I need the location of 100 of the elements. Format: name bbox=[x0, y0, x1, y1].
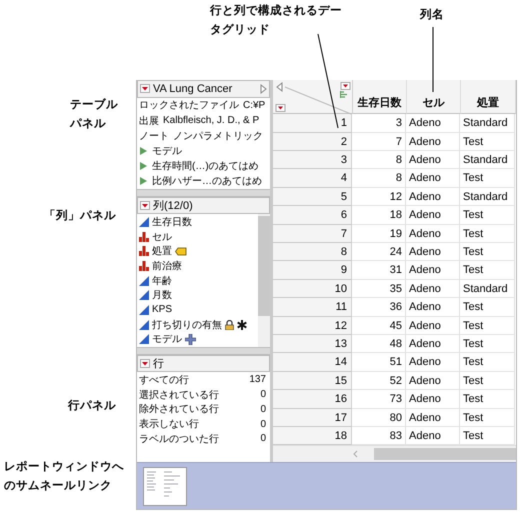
table-cell: Adeno bbox=[406, 188, 460, 206]
continuous-icon bbox=[139, 334, 149, 344]
play-icon[interactable] bbox=[139, 176, 148, 186]
table-cell: Adeno bbox=[406, 390, 460, 409]
play-icon[interactable] bbox=[139, 161, 148, 172]
table-cell: 31 bbox=[352, 261, 406, 280]
table-cell: 51 bbox=[352, 353, 406, 372]
table-cell: Adeno bbox=[406, 316, 460, 335]
row-number[interactable]: 12 bbox=[273, 316, 352, 335]
table-cell: Standard bbox=[460, 114, 515, 133]
row-number[interactable]: 2 bbox=[273, 132, 352, 152]
property-value: C:¥P bbox=[243, 100, 266, 111]
row-number[interactable]: 8 bbox=[273, 243, 352, 262]
row-number[interactable]: 1 bbox=[273, 114, 352, 133]
table-cell: Adeno bbox=[406, 261, 460, 280]
table-cell: Test bbox=[460, 132, 515, 152]
column-name[interactable]: モデル bbox=[152, 332, 182, 346]
callout-text: 「列」パネル bbox=[44, 208, 117, 224]
column-header[interactable]: 生存日数 bbox=[353, 80, 407, 114]
column-name[interactable]: 前治療 bbox=[152, 258, 182, 273]
table-cell: Test bbox=[460, 316, 515, 335]
column-name[interactable]: 月数 bbox=[152, 288, 172, 302]
row-state-label: すべての行 bbox=[139, 374, 189, 387]
play-icon[interactable] bbox=[139, 146, 148, 156]
table-cell: Standard bbox=[460, 151, 515, 170]
table-cell: 7 bbox=[352, 132, 406, 152]
asterisk-icon bbox=[237, 320, 247, 330]
table-cell: 35 bbox=[352, 280, 406, 298]
table-cell: Test bbox=[460, 261, 515, 280]
table-cell: Adeno bbox=[406, 132, 460, 152]
dropdown-icon[interactable] bbox=[140, 358, 150, 368]
expand-icon[interactable] bbox=[260, 84, 267, 94]
row-number[interactable]: 14 bbox=[273, 353, 352, 372]
table-cell: Test bbox=[460, 408, 515, 427]
property-value: Kalbfleisch, J. D., & P bbox=[163, 115, 260, 126]
row-number[interactable]: 6 bbox=[273, 206, 352, 225]
report-thumbnail[interactable] bbox=[143, 466, 187, 506]
column-name[interactable]: セル bbox=[152, 230, 172, 244]
callout-text: 行と列で構成されるデータグリッド bbox=[210, 3, 343, 38]
row-number[interactable]: 16 bbox=[273, 390, 352, 409]
row-number[interactable]: 4 bbox=[273, 169, 352, 188]
table-cell: Test bbox=[460, 390, 515, 409]
table-cell: Test bbox=[460, 353, 515, 372]
column-name[interactable]: 打ち切りの有無 bbox=[152, 318, 222, 332]
callout-text: テーブルパネル bbox=[70, 97, 119, 132]
row-number[interactable]: 3 bbox=[273, 151, 352, 170]
panel-title: 行 bbox=[153, 356, 165, 371]
row-number[interactable]: 15 bbox=[273, 372, 352, 390]
table-cell: Adeno bbox=[406, 224, 460, 244]
column-name[interactable]: 処置 bbox=[152, 244, 172, 258]
row-count: 0 bbox=[260, 404, 266, 415]
table-script[interactable]: 生存時間(…)のあてはめ bbox=[152, 159, 259, 174]
callout-text: 列名 bbox=[420, 8, 444, 23]
table-cell: Adeno bbox=[406, 353, 460, 372]
table-cell: Adeno bbox=[406, 151, 460, 170]
row-number[interactable]: 13 bbox=[273, 334, 352, 354]
column-name[interactable]: 年齢 bbox=[152, 274, 172, 288]
table-cell: Standard bbox=[460, 188, 515, 206]
table-cell: Test bbox=[460, 298, 515, 317]
table-cell: Test bbox=[460, 243, 515, 262]
leader-line bbox=[432, 26, 434, 92]
row-number[interactable]: 7 bbox=[273, 224, 352, 244]
property-name[interactable]: ノート bbox=[139, 128, 169, 143]
row-state-label: ラベルのついた行 bbox=[139, 432, 219, 446]
property-name[interactable]: 出展 bbox=[139, 114, 159, 128]
table-cell: 18 bbox=[352, 206, 406, 225]
row-number[interactable]: 5 bbox=[273, 188, 352, 206]
row-number[interactable]: 18 bbox=[273, 426, 352, 446]
scrollbar[interactable] bbox=[258, 214, 270, 347]
callout-text: 行パネル bbox=[68, 398, 117, 414]
bar-chart-icon bbox=[139, 246, 149, 256]
table-cell: Adeno bbox=[406, 206, 460, 225]
scrollbar[interactable] bbox=[273, 445, 516, 462]
table-cell: 52 bbox=[352, 372, 406, 390]
table-name: VA Lung Cancer bbox=[153, 82, 234, 95]
table-cell: Adeno bbox=[406, 298, 460, 317]
column-header[interactable]: セル bbox=[407, 80, 461, 114]
column-header[interactable]: 処置 bbox=[461, 80, 516, 114]
row-number[interactable]: 11 bbox=[273, 298, 352, 317]
panel-title: 列(12/0) bbox=[153, 199, 194, 214]
row-count: 0 bbox=[260, 418, 266, 430]
table-cell: Test bbox=[460, 334, 515, 354]
dropdown-icon[interactable] bbox=[140, 84, 150, 94]
property-name[interactable]: ロックされたファイル bbox=[139, 98, 239, 112]
table-script[interactable]: 比例ハザー…のあてはめ bbox=[152, 174, 262, 188]
table-cell: 36 bbox=[352, 298, 406, 317]
table-cell: Adeno bbox=[406, 114, 460, 133]
column-name[interactable]: KPS bbox=[152, 304, 172, 316]
table-cell: Test bbox=[460, 224, 515, 244]
row-state-label: 除外されている行 bbox=[139, 403, 219, 416]
row-number[interactable]: 10 bbox=[273, 280, 352, 298]
table-script[interactable]: モデル bbox=[152, 144, 182, 158]
continuous-icon bbox=[139, 290, 149, 300]
continuous-icon bbox=[139, 276, 149, 286]
table-cell: 45 bbox=[352, 316, 406, 335]
row-number[interactable]: 9 bbox=[273, 261, 352, 280]
table-cell: 8 bbox=[352, 151, 406, 170]
row-number[interactable]: 17 bbox=[273, 408, 352, 427]
column-name[interactable]: 生存日数 bbox=[152, 214, 192, 229]
dropdown-icon[interactable] bbox=[140, 201, 150, 210]
